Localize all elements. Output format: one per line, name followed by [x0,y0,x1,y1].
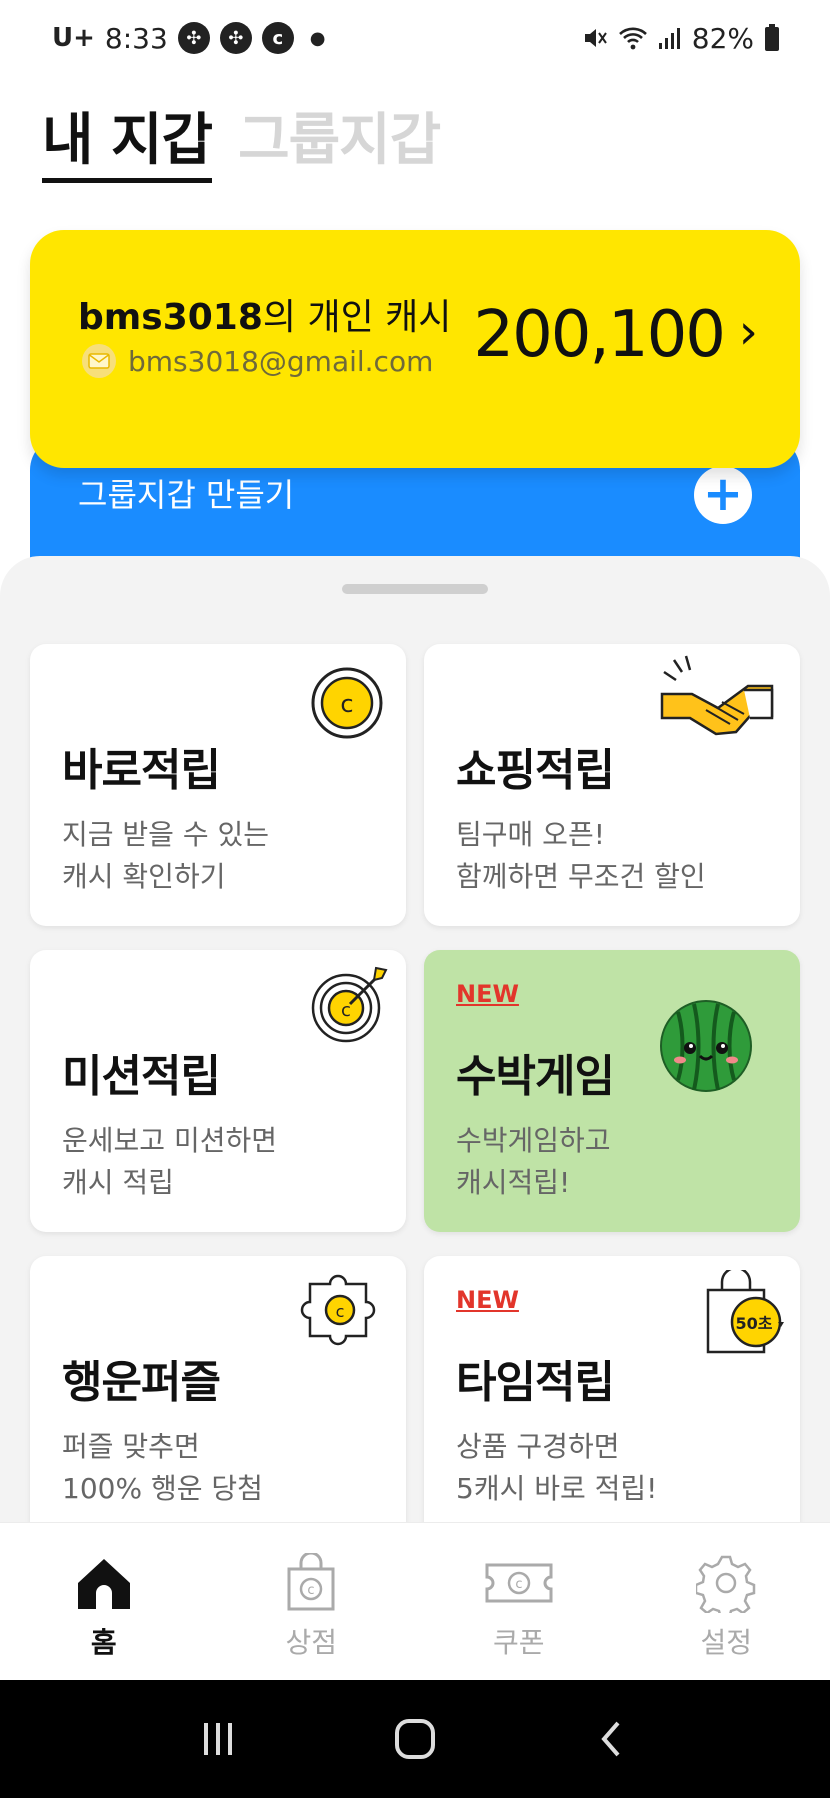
nav-label: 쿠폰 [492,1626,545,1659]
card-subtitle: 지금 받을 수 있는 캐시 확인하기 [62,818,270,893]
card-watermelon-game[interactable]: NEW 수박게임 수박게임하고 캐시적립! [424,950,800,1232]
signal-icon [658,28,680,49]
svg-text:c: c [336,1302,345,1321]
card-subtitle: 수박게임하고 캐시적립! [456,1124,611,1199]
wifi-icon [618,27,647,50]
cash-owner: bms3018의 개인 캐시 [78,288,451,340]
svg-text:c: c [308,1583,315,1598]
card-mission-reward[interactable]: c 미션적립 운세보고 미션하면 캐시 적립 [30,950,406,1232]
mute-icon [584,29,607,47]
puzzle-icon: c [300,1274,376,1346]
cash-email: bms3018@gmail.com [82,344,433,378]
more-notifications-dot-icon: ● [309,27,326,49]
battery-icon [765,24,779,51]
create-group-wallet-label: 그룹지갑 만들기 [78,476,295,514]
card-shopping-reward[interactable]: 쇼핑적립 팀구매 오픈! 함께하면 무조건 할인 [424,644,800,926]
card-time-reward[interactable]: NEW 50초 타임적립 상품 구경하면 5캐시 바로 적립! [424,1256,800,1538]
card-title: 수박게임 [456,1051,615,1102]
card-title: 타임적립 [456,1357,615,1408]
card-instant-reward[interactable]: c 바로적립 지금 받을 수 있는 캐시 확인하기 [30,644,406,926]
bottom-nav: 홈 c 상점 c 쿠폰 설정 [0,1522,830,1680]
status-left: U+ 8:33 ✣ ✣ c ● [52,18,326,58]
target-icon: c [311,966,388,1043]
card-subtitle: 운세보고 미션하면 캐시 적립 [62,1124,277,1199]
store-bag-icon: c [287,1553,335,1611]
nav-label: 상점 [285,1626,338,1659]
nav-coupon[interactable]: c 쿠폰 [415,1523,623,1680]
status-bar: U+ 8:33 ✣ ✣ c ● 82% [0,0,830,76]
coin-icon: c [311,667,383,739]
sheet-drag-handle[interactable] [342,584,488,594]
mail-icon [82,344,116,378]
nav-home[interactable]: 홈 [0,1523,208,1680]
card-subtitle: 팀구매 오픈! 함께하면 무조건 할인 [456,818,706,893]
nav-label: 홈 [90,1626,117,1659]
recent-apps-icon[interactable] [198,1719,238,1759]
cash-amount: 200,100 [473,298,726,372]
card-title: 쇼핑적립 [456,745,615,796]
wallet-tabs: 내 지갑 그룹지갑 [42,108,441,183]
nav-settings[interactable]: 설정 [623,1523,830,1680]
cash-username: bms3018 [78,297,263,338]
coupon-icon: c [485,1563,553,1603]
fan-notification-icon-2: ✣ [219,22,252,54]
c-notification-icon: c [261,22,294,54]
back-icon[interactable] [592,1719,632,1759]
personal-cash-card[interactable]: bms3018의 개인 캐시 bms3018@gmail.com 200,100… [30,230,800,468]
carrier-label: U+ [52,23,95,53]
battery-percent: 82% [691,21,754,55]
watermelon-icon [660,1000,752,1092]
shopping-bag-timer-icon: 50초 [706,1270,784,1354]
handshake-icon [660,655,774,736]
svg-text:c: c [515,1577,522,1592]
card-subtitle: 상품 구경하면 5캐시 바로 적립! [456,1430,658,1505]
new-badge: NEW [456,1286,519,1314]
fan-notification-icon: ✣ [177,22,210,54]
home-button-icon[interactable] [393,1717,437,1761]
svg-text:c: c [340,690,353,718]
tab-my-wallet[interactable]: 내 지갑 [42,108,213,183]
gear-icon [696,1555,756,1613]
chevron-right-icon[interactable]: › [739,304,758,360]
new-badge: NEW [456,980,519,1008]
timer-label: 50초 [736,1314,773,1333]
card-title: 미션적립 [62,1051,221,1102]
card-title: 바로적립 [62,745,221,796]
home-icon [77,1559,130,1609]
tab-group-wallet[interactable]: 그룹지갑 [238,108,441,183]
nav-store[interactable]: c 상점 [208,1523,416,1680]
cash-owner-suffix: 의 개인 캐시 [262,297,452,338]
nav-label: 설정 [700,1626,753,1659]
email-text: bms3018@gmail.com [128,344,434,378]
clock: 8:33 [104,21,168,55]
card-subtitle: 퍼즐 맞추면 100% 행운 당첨 [62,1430,263,1505]
add-group-wallet-icon[interactable]: + [694,466,752,524]
card-lucky-puzzle[interactable]: c 행운퍼즐 퍼즐 맞추면 100% 행운 당첨 [30,1256,406,1538]
system-nav-bar [0,1680,830,1798]
status-right: 82% [582,18,780,58]
card-title: 행운퍼즐 [62,1357,221,1408]
